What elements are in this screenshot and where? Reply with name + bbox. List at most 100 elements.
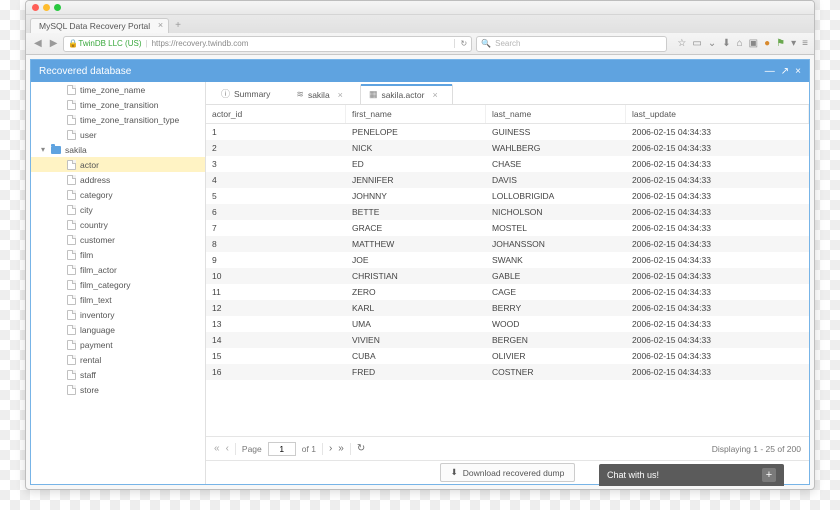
refresh-button[interactable]: ↻ xyxy=(357,443,365,454)
col-last-update[interactable]: last_update xyxy=(626,105,809,123)
table-row[interactable]: 14VIVIENBERGEN2006-02-15 04:34:33 xyxy=(206,332,809,348)
tree-item[interactable]: time_zone_transition_type xyxy=(31,112,205,127)
page-input[interactable] xyxy=(268,442,296,456)
tab-summary[interactable]: ⓘ Summary xyxy=(212,82,285,104)
search-bar[interactable]: 🔍 Search xyxy=(476,36,667,52)
file-icon xyxy=(67,310,76,320)
reload-icon[interactable]: ↻ xyxy=(454,39,467,48)
file-icon xyxy=(67,160,76,170)
page-of-label: of 1 xyxy=(302,444,316,454)
table-row[interactable]: 13UMAWOOD2006-02-15 04:34:33 xyxy=(206,316,809,332)
lock-icon: 🔒 xyxy=(68,39,78,48)
table-row[interactable]: 15CUBAOLIVIER2006-02-15 04:34:33 xyxy=(206,348,809,364)
toolbar-icons: ☆ ▭ ⌄ ⬇ ⌂ ▣ ● ⚑ ▾ ≡ xyxy=(671,38,808,49)
table-row[interactable]: 5JOHNNYLOLLOBRIGIDA2006-02-15 04:34:33 xyxy=(206,188,809,204)
table-row[interactable]: 12KARLBERRY2006-02-15 04:34:33 xyxy=(206,300,809,316)
table-row[interactable]: 7GRACEMOSTEL2006-02-15 04:34:33 xyxy=(206,220,809,236)
file-icon xyxy=(67,115,76,125)
tree-table-item[interactable]: staff xyxy=(31,367,205,382)
back-button[interactable]: ◀ xyxy=(32,38,44,49)
panel-expand-icon[interactable]: ↗ xyxy=(781,66,789,77)
collapse-icon[interactable]: ▾ xyxy=(39,145,47,154)
tree-table-item[interactable]: film_category xyxy=(31,277,205,292)
home-icon[interactable]: ⌂ xyxy=(737,38,743,49)
grid-body: 1PENELOPEGUINESS2006-02-15 04:34:332NICK… xyxy=(206,124,809,436)
main-area: ⓘ Summary ≋ sakila ▦ sakila.actor actor_… xyxy=(206,82,809,484)
table-row[interactable]: 11ZEROCAGE2006-02-15 04:34:33 xyxy=(206,284,809,300)
table-row[interactable]: 4JENNIFERDAVIS2006-02-15 04:34:33 xyxy=(206,172,809,188)
chat-label: Chat with us! xyxy=(607,470,659,480)
tree-table-item[interactable]: rental xyxy=(31,352,205,367)
minimize-window-button[interactable] xyxy=(43,4,50,11)
file-icon xyxy=(67,295,76,305)
close-window-button[interactable] xyxy=(32,4,39,11)
panel-close-icon[interactable]: × xyxy=(795,66,801,77)
addon3-icon[interactable]: ▾ xyxy=(791,38,796,49)
tree-table-item[interactable]: address xyxy=(31,172,205,187)
first-page-button[interactable]: « xyxy=(214,443,220,454)
tab-database[interactable]: ≋ sakila xyxy=(287,84,358,104)
address-bar[interactable]: 🔒 TwinDB LLC (US) | https://recovery.twi… xyxy=(63,36,472,52)
tab-table-active[interactable]: ▦ sakila.actor xyxy=(360,84,453,104)
table-row[interactable]: 2NICKWAHLBERG2006-02-15 04:34:33 xyxy=(206,140,809,156)
file-icon xyxy=(67,370,76,380)
download-icon[interactable]: ⬇ xyxy=(722,38,730,49)
tree-db-item[interactable]: ▾sakila xyxy=(31,142,205,157)
last-page-button[interactable]: » xyxy=(338,443,344,454)
zoom-window-button[interactable] xyxy=(54,4,61,11)
database-icon: ≋ xyxy=(296,89,304,100)
tree-table-item[interactable]: film xyxy=(31,247,205,262)
menu-icon[interactable]: ≡ xyxy=(802,38,808,49)
table-row[interactable]: 16FREDCOSTNER2006-02-15 04:34:33 xyxy=(206,364,809,380)
prev-page-button[interactable]: ‹ xyxy=(226,443,229,454)
file-icon xyxy=(67,235,76,245)
col-actor-id[interactable]: actor_id xyxy=(206,105,346,123)
forward-button[interactable]: ▶ xyxy=(48,38,60,49)
tree-table-item[interactable]: actor xyxy=(31,157,205,172)
tree-table-item[interactable]: payment xyxy=(31,337,205,352)
reader-icon[interactable]: ▭ xyxy=(692,38,701,49)
browser-window: MySQL Data Recovery Portal + ◀ ▶ 🔒 TwinD… xyxy=(25,0,815,490)
tree-table-item[interactable]: country xyxy=(31,217,205,232)
table-row[interactable]: 6BETTENICHOLSON2006-02-15 04:34:33 xyxy=(206,204,809,220)
col-last-name[interactable]: last_name xyxy=(486,105,626,123)
new-tab-button[interactable]: + xyxy=(173,20,183,31)
browser-tab-title: MySQL Data Recovery Portal xyxy=(39,21,150,31)
file-icon xyxy=(67,205,76,215)
addon1-icon[interactable]: ● xyxy=(764,38,770,49)
tree-item[interactable]: time_zone_transition xyxy=(31,97,205,112)
file-icon xyxy=(67,265,76,275)
file-icon xyxy=(67,340,76,350)
info-icon: ⓘ xyxy=(221,87,230,100)
table-row[interactable]: 9JOESWANK2006-02-15 04:34:33 xyxy=(206,252,809,268)
tree-item[interactable]: time_zone_name xyxy=(31,82,205,97)
panel-minimize-icon[interactable]: — xyxy=(765,66,775,77)
download-arrow-icon: ⬇ xyxy=(451,467,458,478)
file-icon xyxy=(67,355,76,365)
addon2-icon[interactable]: ⚑ xyxy=(776,38,785,49)
tree-table-item[interactable]: category xyxy=(31,187,205,202)
tree-table-item[interactable]: inventory xyxy=(31,307,205,322)
table-row[interactable]: 3EDCHASE2006-02-15 04:34:33 xyxy=(206,156,809,172)
table-row[interactable]: 1PENELOPEGUINESS2006-02-15 04:34:33 xyxy=(206,124,809,140)
file-icon xyxy=(67,220,76,230)
bookmark-star-icon[interactable]: ☆ xyxy=(677,38,686,49)
tree-table-item[interactable]: city xyxy=(31,202,205,217)
tree-table-item[interactable]: film_text xyxy=(31,292,205,307)
tree-table-item[interactable]: film_actor xyxy=(31,262,205,277)
download-dump-button[interactable]: ⬇ Download recovered dump xyxy=(440,463,576,482)
browser-tab[interactable]: MySQL Data Recovery Portal xyxy=(30,18,169,33)
tree-table-item[interactable]: customer xyxy=(31,232,205,247)
tree-item[interactable]: user xyxy=(31,127,205,142)
col-first-name[interactable]: first_name xyxy=(346,105,486,123)
tree-table-item[interactable]: store xyxy=(31,382,205,397)
tree-table-item[interactable]: language xyxy=(31,322,205,337)
chat-expand-icon[interactable]: + xyxy=(762,468,776,482)
pocket-icon[interactable]: ⌄ xyxy=(708,38,716,49)
next-page-button[interactable]: › xyxy=(329,443,332,454)
chat-widget[interactable]: Chat with us! + xyxy=(599,464,784,486)
search-placeholder: Search xyxy=(495,39,520,48)
table-row[interactable]: 10CHRISTIANGABLE2006-02-15 04:34:33 xyxy=(206,268,809,284)
feed-icon[interactable]: ▣ xyxy=(749,38,758,49)
table-row[interactable]: 8MATTHEWJOHANSSON2006-02-15 04:34:33 xyxy=(206,236,809,252)
